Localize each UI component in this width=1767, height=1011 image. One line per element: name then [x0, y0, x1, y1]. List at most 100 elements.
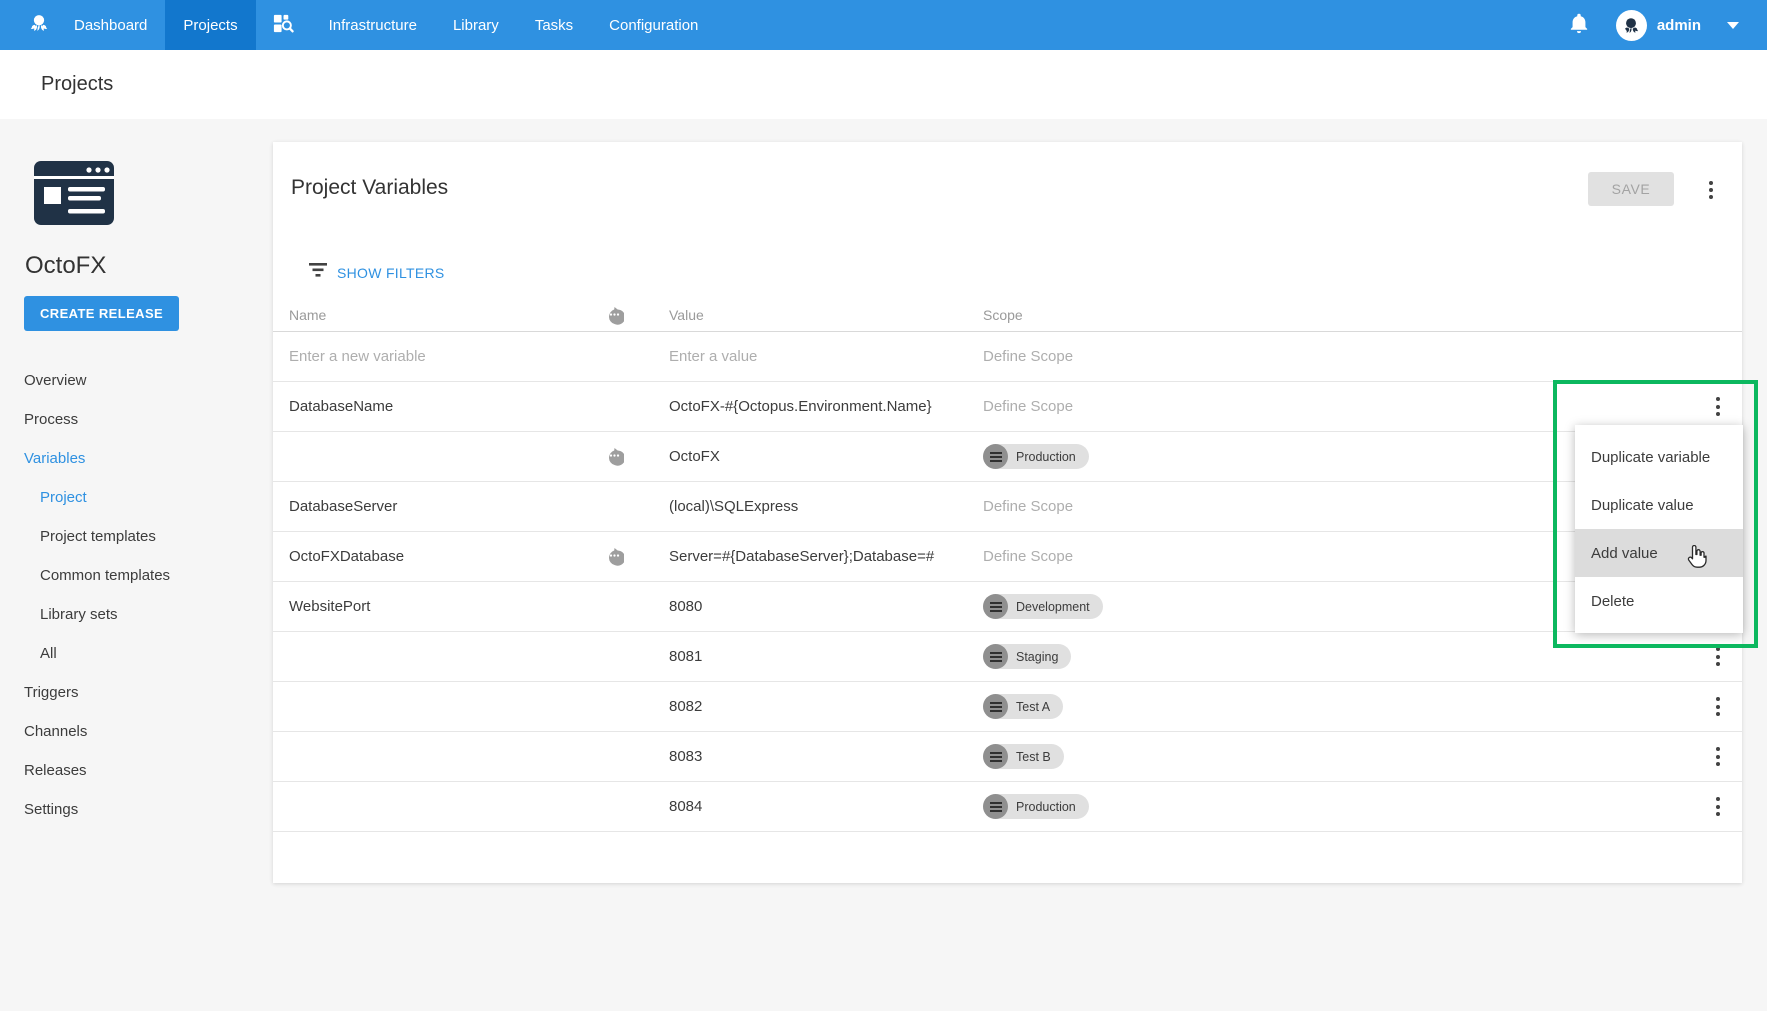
- nav-label-projects: Projects: [183, 16, 238, 34]
- panel-title: Project Variables: [291, 176, 449, 199]
- sidebar-item-settings[interactable]: Settings: [0, 790, 273, 829]
- environment-chip-label: Staging: [1016, 649, 1059, 664]
- username[interactable]: admin: [1657, 17, 1701, 34]
- sidebar-menu: Overview Process Variables Project Proje…: [0, 361, 273, 829]
- project-search-button[interactable]: [256, 0, 311, 50]
- comment-icon: [589, 306, 639, 325]
- sidebar-item-all[interactable]: All: [0, 634, 273, 673]
- scope-cell[interactable]: Production: [981, 794, 1694, 819]
- new-variable-row: Enter a new variable Enter a value Defin…: [273, 332, 1742, 382]
- panel-overflow-button[interactable]: [1709, 179, 1713, 201]
- row-overflow-button[interactable]: [1716, 646, 1720, 668]
- sidebar-item-project-templates[interactable]: Project templates: [0, 517, 273, 556]
- variable-value-cell[interactable]: 8083: [639, 748, 981, 765]
- sidebar-item-releases[interactable]: Releases: [0, 751, 273, 790]
- table-row: OctoFXDatabase Server=#{DatabaseServer};…: [273, 532, 1742, 582]
- sidebar-item-variables[interactable]: Variables: [0, 439, 273, 478]
- environment-chip-label: Production: [1016, 799, 1076, 814]
- variable-value-cell[interactable]: 8081: [639, 648, 981, 665]
- table-row: DatabaseServer (local)\SQLExpress Define…: [273, 482, 1742, 532]
- panel-header: Project Variables SAVE: [273, 142, 1742, 234]
- variable-name-cell[interactable]: WebsitePort: [289, 598, 589, 615]
- search-icon: [272, 12, 295, 39]
- sidebar-item-triggers[interactable]: Triggers: [0, 673, 273, 712]
- environment-chip[interactable]: Production: [983, 794, 1089, 819]
- sidebar-item-library-sets[interactable]: Library sets: [0, 595, 273, 634]
- row-overflow-button[interactable]: [1716, 796, 1720, 818]
- new-variable-name-input[interactable]: Enter a new variable: [289, 348, 589, 365]
- row-overflow-button[interactable]: [1716, 396, 1720, 418]
- chevron-down-icon[interactable]: [1727, 21, 1739, 29]
- sidebar-item-common-templates[interactable]: Common templates: [0, 556, 273, 595]
- environment-chip-label: Test A: [1016, 699, 1051, 714]
- variables-table: Name Value Scope Enter a new variable En…: [273, 299, 1742, 832]
- row-overflow-button[interactable]: [1716, 746, 1720, 768]
- save-button[interactable]: SAVE: [1588, 172, 1674, 206]
- row-overflow-button[interactable]: [1716, 696, 1720, 718]
- nav-item-tasks[interactable]: Tasks: [517, 0, 591, 50]
- octopus-logo[interactable]: [0, 0, 56, 50]
- variable-value-cell[interactable]: OctoFX: [639, 448, 981, 465]
- row-context-menu: Duplicate variable Duplicate value Add v…: [1575, 425, 1743, 633]
- nav-label-configuration: Configuration: [609, 16, 699, 34]
- project-sidebar: OctoFX CREATE RELEASE Overview Process V…: [0, 119, 273, 829]
- environment-icon: [983, 444, 1008, 469]
- nav-item-infrastructure[interactable]: Infrastructure: [311, 0, 435, 50]
- variable-value-cell[interactable]: 8082: [639, 698, 981, 715]
- table-row: 8082 Test A: [273, 682, 1742, 732]
- column-header-value: Value: [669, 307, 704, 323]
- page-title-bar: Projects: [0, 50, 1767, 119]
- variable-value-cell[interactable]: (local)\SQLExpress: [639, 498, 981, 515]
- nav-item-library[interactable]: Library: [435, 0, 517, 50]
- nav-left: Dashboard Projects Infrastructure Librar…: [0, 0, 716, 50]
- nav-label-tasks: Tasks: [534, 16, 574, 34]
- sidebar-item-overview[interactable]: Overview: [0, 361, 273, 400]
- variable-value-cell[interactable]: 8080: [639, 598, 981, 615]
- show-filters-button[interactable]: SHOW FILTERS: [309, 263, 445, 282]
- filter-icon: [309, 263, 327, 282]
- environment-chip[interactable]: Production: [983, 444, 1089, 469]
- nav-item-dashboard[interactable]: Dashboard: [56, 0, 165, 50]
- sidebar-item-project[interactable]: Project: [0, 478, 273, 517]
- variable-value-cell[interactable]: 8084: [639, 798, 981, 815]
- new-variable-scope-input[interactable]: Define Scope: [981, 348, 1694, 365]
- scope-cell[interactable]: Test B: [981, 744, 1694, 769]
- notifications-bell-icon[interactable]: [1568, 11, 1590, 40]
- menu-item-duplicate-value[interactable]: Duplicate value: [1575, 481, 1743, 529]
- environment-chip[interactable]: Development: [983, 594, 1103, 619]
- environment-chip-label: Development: [1016, 599, 1090, 614]
- menu-item-duplicate-variable[interactable]: Duplicate variable: [1575, 433, 1743, 481]
- user-avatar[interactable]: [1615, 9, 1647, 41]
- variable-name-cell[interactable]: OctoFXDatabase: [289, 548, 589, 565]
- page-title: Projects: [41, 73, 114, 95]
- comment-icon: [589, 547, 639, 566]
- sidebar-item-process[interactable]: Process: [0, 400, 273, 439]
- nav-item-configuration[interactable]: Configuration: [591, 0, 716, 50]
- scope-cell[interactable]: Test A: [981, 694, 1694, 719]
- menu-item-delete[interactable]: Delete: [1575, 577, 1743, 625]
- nav-item-projects[interactable]: Projects: [165, 0, 256, 50]
- table-row: 8084 Production: [273, 782, 1742, 832]
- menu-item-add-value-label: Add value: [1591, 544, 1658, 562]
- table-header-row: Name Value Scope: [273, 299, 1742, 332]
- variable-value-cell[interactable]: Server=#{DatabaseServer};Database=#: [639, 548, 981, 565]
- scope-cell[interactable]: Define Scope: [981, 398, 1694, 415]
- create-release-button[interactable]: CREATE RELEASE: [24, 296, 180, 331]
- scope-cell[interactable]: Staging: [981, 644, 1694, 669]
- column-header-name: Name: [289, 307, 327, 323]
- table-row: 8083 Test B: [273, 732, 1742, 782]
- nav-label-infrastructure: Infrastructure: [328, 16, 417, 34]
- sidebar-item-channels[interactable]: Channels: [0, 712, 273, 751]
- variable-name-cell[interactable]: DatabaseServer: [289, 498, 589, 515]
- environment-chip[interactable]: Test A: [983, 694, 1064, 719]
- environment-chip-label: Test B: [1016, 749, 1051, 764]
- new-variable-value-input[interactable]: Enter a value: [639, 348, 981, 365]
- variable-value-cell[interactable]: OctoFX-#{Octopus.Environment.Name}: [639, 398, 981, 415]
- project-variables-card: Project Variables SAVE SHOW FILTERS Name…: [273, 142, 1742, 883]
- nav-label-library: Library: [452, 16, 499, 34]
- environment-chip[interactable]: Test B: [983, 744, 1064, 769]
- environment-chip[interactable]: Staging: [983, 644, 1072, 669]
- variable-name-cell[interactable]: DatabaseName: [289, 398, 589, 415]
- table-row: OctoFX Production: [273, 432, 1742, 482]
- menu-item-add-value[interactable]: Add value: [1575, 529, 1743, 577]
